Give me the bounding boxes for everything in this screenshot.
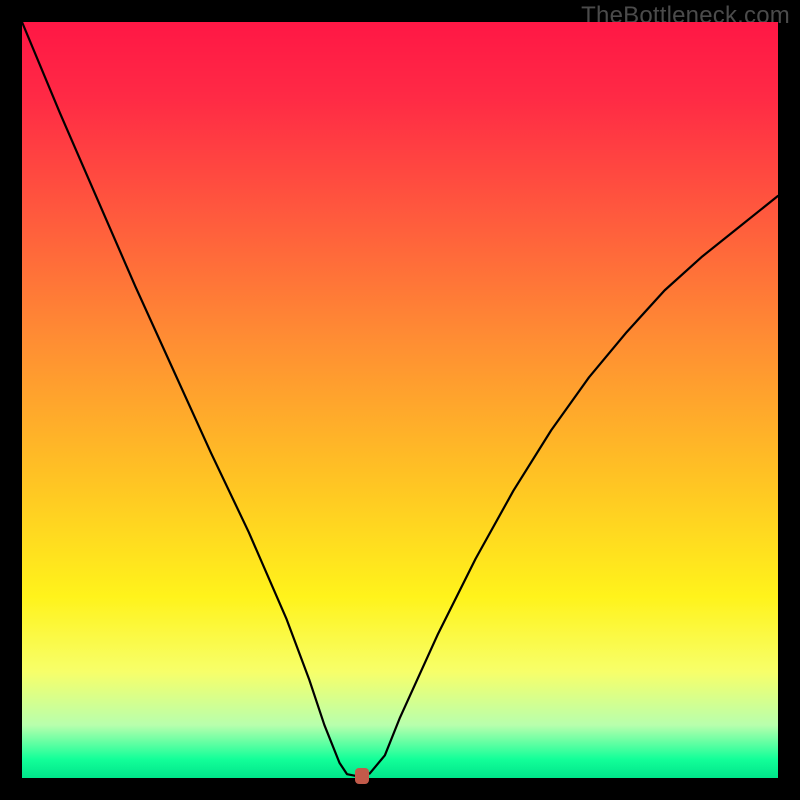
bottleneck-curve [22,22,778,778]
chart-frame: TheBottleneck.com [0,0,800,800]
plot-area [22,22,778,778]
min-marker [355,768,369,784]
